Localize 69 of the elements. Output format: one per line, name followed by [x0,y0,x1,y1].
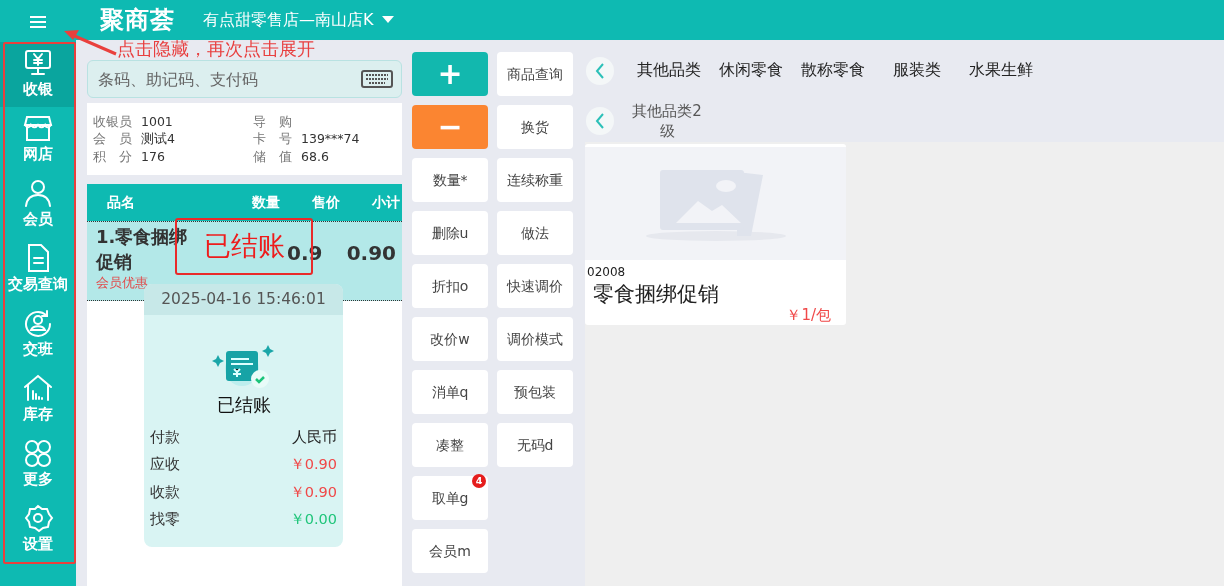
column-header: 售价 [311,193,340,212]
receipt-label: 应收 [150,455,180,475]
annotation-note: 点击隐藏，再次点击展开 [117,39,315,59]
category-tab[interactable]: 水果生鲜 [969,59,1033,83]
column-header: 数量 [251,193,280,212]
field-value: 测试4 [141,131,175,147]
grid-icon [22,438,54,469]
function-button[interactable]: 消单q [412,370,488,414]
function-button[interactable]: 凑整 [412,423,488,467]
field-value: 139***74 [301,131,360,147]
count-badge: 4 [472,474,486,488]
column-header: 小计 [371,193,400,212]
field-label: 会 员 [93,130,133,148]
receipt-value: ￥0.90 [289,455,337,475]
field-value: 68.6 [301,148,329,164]
field-value: 1001 [141,114,173,129]
function-button[interactable]: 连续称重 [497,158,573,202]
field-label: 收银员 [93,113,133,130]
app-logo: 聚商荟 [100,5,175,36]
person-icon [22,178,54,209]
function-button[interactable]: 预包装 [497,370,573,414]
back-button[interactable] [586,107,614,135]
field-label: 卡 号 [253,130,293,148]
settings-icon [22,503,54,534]
function-button[interactable]: 折扣o [412,264,488,308]
person-cycle-icon [22,308,54,339]
receipt-value: 人民币 [292,427,337,447]
function-button[interactable]: 快速调价 [497,264,573,308]
receipt-status: 已结账 [215,393,272,417]
function-button[interactable]: 数量* [412,158,488,202]
function-button[interactable]: 无码d [497,423,573,467]
receipt-value: ￥0.00 [289,510,337,530]
back-icon [595,113,605,129]
function-button[interactable]: 换货 [497,105,573,149]
function-button[interactable]: 改价w [412,317,488,361]
search-field[interactable]: 条码、助记码、支付码 [87,60,402,98]
subcategory-tab[interactable]: 其他品类2级 [628,101,706,141]
shop-icon [22,113,54,144]
field-label: 储 值 [253,147,293,165]
category-tab[interactable]: 散称零食 [801,59,865,83]
function-button[interactable]: 商品查询 [497,52,573,96]
back-icon [595,63,605,79]
product-name: 零食捆绑促销 [592,281,720,308]
receipt-label: 收款 [150,482,180,502]
caret-icon [381,16,394,24]
function-button[interactable]: 删除u [412,211,488,255]
warehouse-icon [22,373,54,404]
field-label: 积 分 [93,147,133,165]
category-tab[interactable]: 休闲零食 [719,59,783,83]
field-value: 176 [141,148,165,164]
receipt-label: 付款 [150,427,180,447]
function-button[interactable]: 取单g 4 [412,476,488,520]
product-card[interactable]: 02008 零食捆绑促销 ￥1/包 [585,144,846,325]
function-button[interactable]: 调价模式 [497,317,573,361]
product-code: 02008 [586,264,627,280]
subtotal: 0.90 [346,240,396,267]
column-header: 品名 [107,193,136,212]
category-tab[interactable]: 其他品类 [637,59,701,83]
function-button[interactable]: 做法 [497,211,573,255]
back-button[interactable] [586,57,614,85]
field-label: 导 购 [253,113,293,130]
paid-bill-icon [211,345,276,389]
product-price: ￥1/包 [785,308,832,322]
receipt-label: 找零 [150,510,180,530]
category-tab[interactable]: 服装类 [893,59,941,83]
menu-icon [30,15,46,28]
keyboard-icon [361,70,393,88]
receipt-value: ￥0.90 [289,482,337,502]
function-button[interactable]: 会员m [412,529,488,573]
